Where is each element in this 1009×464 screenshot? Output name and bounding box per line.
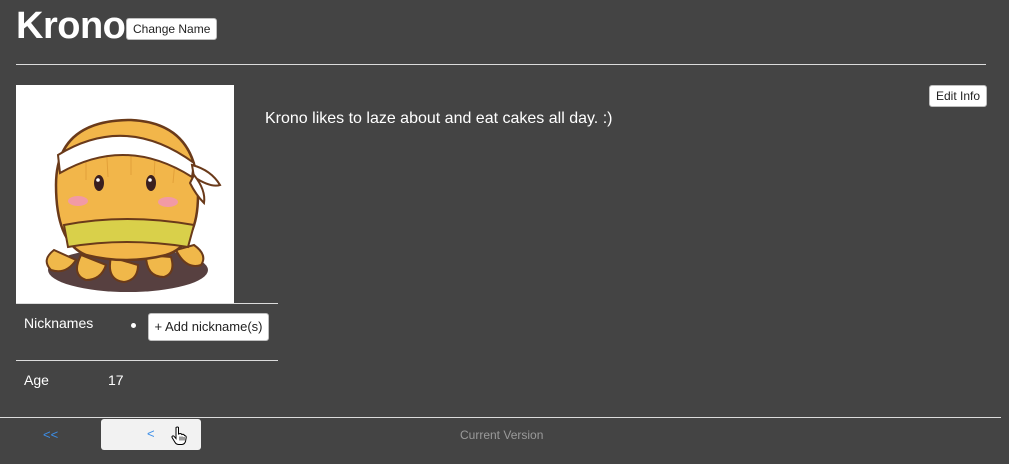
age-label: Age <box>24 372 49 388</box>
previous-version-button[interactable]: < <box>101 419 201 450</box>
first-version-link[interactable]: << <box>43 427 58 443</box>
character-portrait <box>16 85 234 303</box>
page-title: Krono <box>16 5 126 47</box>
hand-pointer-icon <box>171 426 187 446</box>
edit-info-button[interactable]: Edit Info <box>929 85 988 107</box>
age-divider <box>16 360 278 361</box>
age-value: 17 <box>108 372 124 388</box>
nicknames-label: Nicknames <box>24 315 94 331</box>
current-version-status: Current Version <box>460 428 544 442</box>
nicknames-divider <box>16 303 278 304</box>
previous-version-label: < <box>147 426 155 441</box>
header-divider <box>16 64 986 65</box>
change-name-button[interactable]: Change Name <box>126 18 218 40</box>
bullet-icon <box>131 323 136 328</box>
add-nickname-button[interactable]: + Add nickname(s) <box>148 313 269 341</box>
footer-divider <box>0 417 1001 418</box>
character-description: Krono likes to laze about and eat cakes … <box>265 110 613 127</box>
